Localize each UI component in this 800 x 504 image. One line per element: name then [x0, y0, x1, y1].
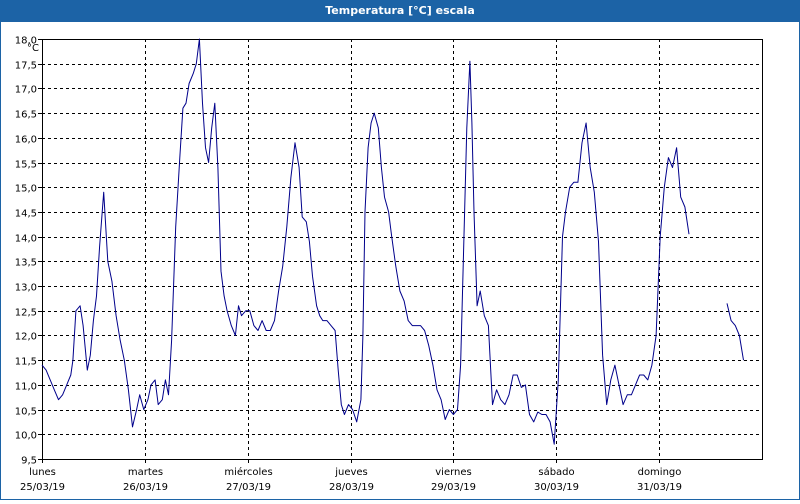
x-day-label: martes	[128, 467, 163, 478]
x-day-label: viernes	[435, 467, 471, 478]
y-tick-label: 15,5	[15, 160, 37, 171]
chart-panel: 9,5 10,0 10,5 11,0 11,5 12,0 12,5 13,0 13,5 14,0 1…	[0, 22, 800, 500]
y-tick-label: 11,5	[15, 357, 37, 368]
y-axis-unit-label: °C	[27, 43, 39, 54]
temperature-chart: 9,5 10,0 10,5 11,0 11,5 12,0 12,5 13,0 13,5 14,0 1…	[15, 36, 763, 493]
x-day-label: domingo	[638, 467, 682, 478]
grid-lines	[42, 39, 762, 460]
y-tick-label: 10,5	[15, 407, 37, 418]
x-date-label: 31/03/19	[637, 482, 682, 493]
y-tick-label: 16,5	[15, 110, 37, 121]
x-day-label: lunes	[29, 467, 56, 478]
plot-area	[42, 39, 763, 460]
y-tick-label: 14,0	[15, 234, 37, 245]
series-line	[41, 38, 690, 445]
window-title: Temperatura [°C] escala	[0, 0, 800, 22]
x-axis-day-labels: lunes 25/03/19 martes 26/03/19 miércoles 27/0…	[20, 459, 682, 493]
y-tick-label: 17,0	[15, 85, 37, 96]
x-day-label: jueves	[334, 467, 368, 478]
y-tick-label: 9,5	[21, 456, 37, 467]
y-tick-label: 13,5	[15, 258, 37, 269]
x-day-label: sábado	[538, 466, 574, 478]
y-tick-label: 16,0	[15, 135, 37, 146]
x-date-label: 30/03/19	[534, 482, 579, 493]
y-tick-label: 12,0	[15, 332, 37, 343]
y-tick-label: 15,0	[15, 184, 37, 195]
x-date-label: 27/03/19	[226, 482, 271, 493]
x-date-label: 25/03/19	[20, 482, 65, 493]
series-line	[726, 303, 744, 361]
temperature-series	[41, 38, 744, 445]
y-axis-ticks: 9,5 10,0 10,5 11,0 11,5 12,0 12,5 13,0 13,5 14,0 1…	[15, 36, 42, 467]
y-tick-label: 11,0	[15, 382, 37, 393]
y-tick-label: 17,5	[15, 61, 37, 72]
x-day-label: miércoles	[224, 466, 272, 478]
y-tick-label: 12,5	[15, 308, 37, 319]
x-date-label: 29/03/19	[431, 482, 476, 493]
y-tick-label: 10,0	[15, 431, 37, 442]
y-tick-label: 14,5	[15, 209, 37, 220]
x-date-label: 26/03/19	[123, 482, 168, 493]
y-tick-label: 13,0	[15, 283, 37, 294]
x-date-label: 28/03/19	[329, 482, 374, 493]
